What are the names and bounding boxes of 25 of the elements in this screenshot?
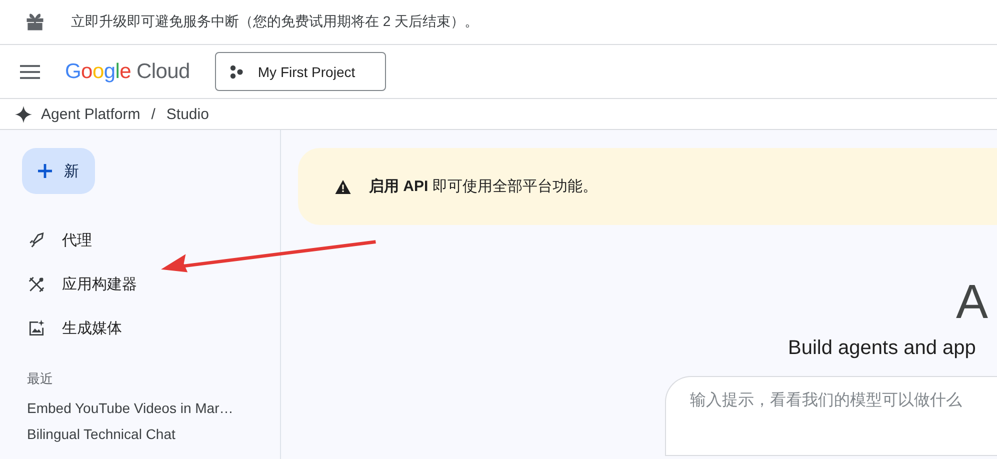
crossed-tools-icon — [27, 274, 46, 294]
dots-icon — [230, 64, 244, 78]
project-picker[interactable]: My First Project — [214, 52, 386, 91]
plus-icon — [38, 164, 52, 178]
prompt-field[interactable]: 输入提示，看看我们的模型可以做什么 — [688, 389, 997, 410]
nav-item[interactable]: 生成媒体 — [22, 306, 122, 350]
breadcrumb-separator: / — [151, 106, 156, 122]
section-heading: 最近 — [27, 370, 54, 388]
breadcrumb-link[interactable]: Studio — [166, 106, 209, 122]
sparkle-icon — [15, 106, 32, 122]
menu-icon — [20, 64, 40, 78]
upgrade-notice: 立即升级即可避免服务中断（您的免费试用期将在 2 天后结束）。 — [71, 13, 479, 31]
breadcrumb-link[interactable]: Agent Platform — [41, 106, 140, 122]
hero-subtitle: Build agents and app — [788, 337, 976, 360]
warning-icon — [335, 180, 351, 194]
nav-item[interactable]: 代理 — [22, 218, 92, 262]
recent-chat-link[interactable]: Bilingual Technical Chat — [27, 426, 280, 452]
alert-message: 启用 API 即可使用全部平台功能。 — [369, 177, 598, 196]
gift-icon — [24, 11, 46, 33]
new-button[interactable]: 新 — [22, 148, 95, 194]
image-sparkle-icon — [27, 318, 46, 338]
hero-title: A — [956, 275, 988, 331]
recent-chat-link[interactable]: Embed YouTube Videos in Mar… — [27, 400, 280, 426]
nav-item[interactable]: 应用构建器 — [22, 262, 137, 306]
google-cloud-logo[interactable]: Google Cloud — [65, 60, 190, 84]
